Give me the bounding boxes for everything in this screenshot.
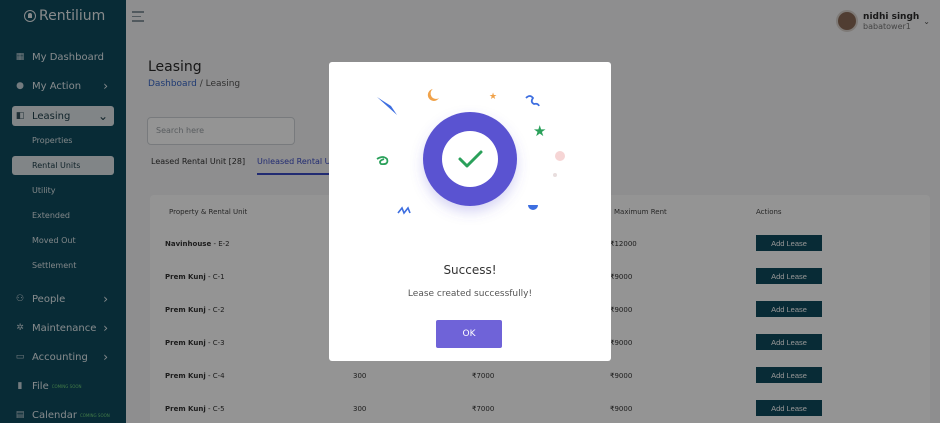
success-inner-circle bbox=[442, 131, 498, 187]
ok-button[interactable]: OK bbox=[436, 320, 502, 348]
confetti-squiggle-icon bbox=[525, 95, 540, 107]
confetti-moon-icon bbox=[427, 89, 439, 101]
success-illustration: ★ ★ bbox=[376, 89, 565, 215]
confetti-star-small-icon: ★ bbox=[489, 92, 497, 102]
confetti-dot-pink-icon bbox=[555, 151, 565, 161]
dialog-message: Lease created successfully! bbox=[407, 289, 533, 299]
confetti-star-green-icon: ★ bbox=[533, 122, 546, 140]
confetti-dot-icon bbox=[553, 173, 557, 177]
confetti-zigzag-icon bbox=[397, 206, 411, 215]
confetti-curl-icon bbox=[376, 156, 389, 166]
success-dialog: ★ ★ Success! Lease created successfully!… bbox=[329, 62, 611, 361]
confetti-half-circle-icon bbox=[528, 205, 538, 210]
dialog-title: Success! bbox=[443, 263, 497, 277]
confetti-triangle-icon bbox=[377, 97, 397, 115]
